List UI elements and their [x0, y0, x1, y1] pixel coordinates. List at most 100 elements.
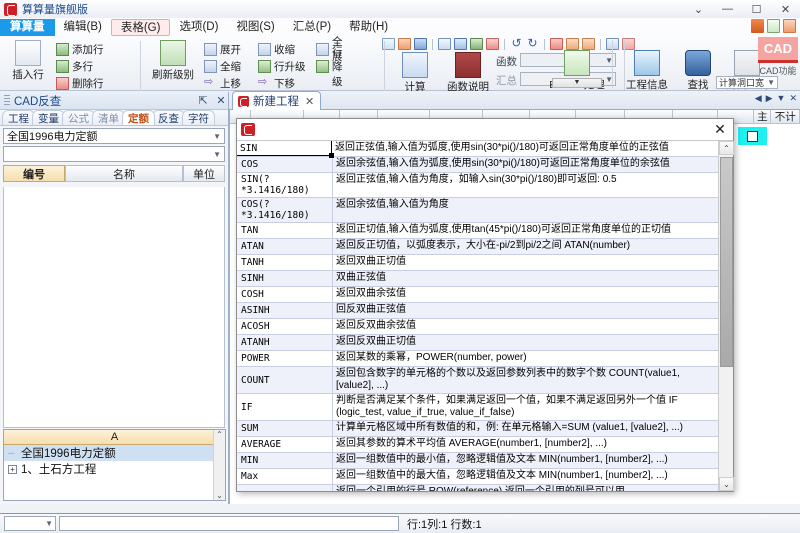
undo-icon[interactable]: ↺ [510, 38, 523, 50]
menu-item-help[interactable]: 帮助(H) [340, 19, 397, 36]
multi-row-button[interactable]: 多行 [56, 58, 93, 74]
function-row[interactable]: IF 判断是否满足某个条件，如果满足返回一个值，如果不满足返回另外一个值 IF … [237, 394, 718, 421]
checkbox-icon[interactable] [747, 131, 758, 142]
panel-tab-variable[interactable]: 变量 [32, 110, 65, 125]
quota-library-combo[interactable]: 全国1996电力定额 ▼ [3, 128, 225, 144]
collapse-all-button[interactable]: 全缩 [204, 58, 241, 74]
panel-tab-formula[interactable]: 公式 [62, 110, 95, 125]
tab-close-icon[interactable]: ✕ [305, 95, 314, 108]
tab-new-project[interactable]: 新建工程 ✕ [232, 91, 321, 110]
tab-next-icon[interactable]: ▶ [766, 93, 773, 104]
collapse-button[interactable]: 收缩 [258, 41, 295, 57]
maximize-button[interactable]: ☐ [742, 0, 771, 18]
function-grid[interactable]: SIN 返回正弦值,输入值为弧度,使用sin(30*pi()/180)可返回正常… [237, 141, 718, 491]
function-row[interactable]: TANH 返回双曲正切值 [237, 255, 718, 271]
status-combo[interactable]: ▼ [4, 516, 56, 531]
calculate-button[interactable]: 计算 [392, 52, 438, 94]
function-row[interactable]: ATANH 返回反双曲正切值 [237, 335, 718, 351]
function-row[interactable]: POWER 返回某数的乘幂，POWER(number, power) [237, 351, 718, 367]
move-down-button[interactable]: ⇨ 下移 [258, 75, 295, 91]
function-row[interactable]: Max 返回一组数值中的最大值，忽略逻辑值及文本 MIN(number1, [n… [237, 469, 718, 485]
function-row[interactable]: AVERAGE 返回其参数的算术平均值 AVERAGE(number1, [nu… [237, 437, 718, 453]
menu-item-table[interactable]: 表格(G) [111, 19, 171, 36]
function-row[interactable]: SUM 计算单元格区域中所有数值的和，例: 在单元格输入=SUM (value1… [237, 421, 718, 437]
print-icon[interactable] [470, 38, 483, 50]
function-row[interactable]: COSH 返回双曲余弦值 [237, 287, 718, 303]
tab-close-all-icon[interactable]: ✕ [789, 93, 797, 104]
function-row[interactable]: SIN(?*3.1416/180) 返回正弦值,输入值为角度，如输入sin(30… [237, 173, 718, 198]
excel-icon[interactable] [454, 38, 467, 50]
function-row[interactable]: ASINH 回反双曲正弦值 [237, 303, 718, 319]
excel-dropdown-button[interactable]: ▼ [552, 78, 602, 88]
column-header-name[interactable]: 名称 [65, 165, 183, 182]
export-doc-icon[interactable] [438, 38, 451, 50]
demote-button[interactable]: 行降级 [316, 58, 343, 74]
tree-scrollbar[interactable]: ⌃ ⌄ [213, 430, 225, 500]
column-header-code[interactable]: 编号 [3, 165, 65, 182]
window-split-icon[interactable] [566, 38, 579, 50]
menu-item-summary[interactable]: 汇总(P) [284, 19, 340, 36]
function-row[interactable]: COS 返回余弦值,输入值为弧度,使用sin(30*pi()/180)可返回正常… [237, 157, 718, 173]
find-button[interactable]: 查找 [680, 50, 716, 92]
panel-tab-character[interactable]: 字符 [182, 110, 215, 125]
function-row[interactable]: ACOSH 返回反双曲余弦值 [237, 319, 718, 335]
expand-plus-icon[interactable]: + [8, 465, 17, 474]
dialog-scrollbar[interactable]: ⌃ ⌄ [718, 141, 733, 491]
move-up-button[interactable]: ⇨ 上移 [204, 75, 241, 91]
scrollbar-thumb[interactable] [720, 157, 733, 367]
function-row[interactable]: COS(?*3.1416/180) 返回余弦值,输入值为角度 [237, 198, 718, 223]
delete-row-icon[interactable] [550, 38, 563, 50]
scroll-up-button[interactable]: ⌃ [719, 141, 734, 155]
pin-icon[interactable]: ⇱ [196, 94, 210, 107]
panel-tab-quota[interactable]: 定额 [122, 110, 155, 125]
function-row[interactable]: COUNT 返回包含数字的单元格的个数以及返回参数列表中的数字个数 COUNT(… [237, 367, 718, 394]
open-file-icon[interactable] [398, 38, 411, 50]
column-header-unit[interactable]: 单位 [183, 165, 225, 182]
function-row[interactable]: ROW 返回一个引用的行号 ROW(reference),返回一个引用的列号可以… [237, 485, 718, 491]
function-row[interactable]: ATAN 返回反正切值，以弧度表示，大小在-pi/2到pi/2之间 ATAN(n… [237, 239, 718, 255]
delete-row-button[interactable]: 删除行 [56, 75, 104, 91]
panel-tab-reverse[interactable]: 反查 [152, 110, 185, 125]
function-row[interactable]: MIN 返回一组数值中的最小值，忽略逻辑值及文本 MIN(number1, [n… [237, 453, 718, 469]
insert-row-button[interactable]: 插入行 [6, 40, 50, 82]
table-icon[interactable] [486, 38, 499, 50]
open-folder-icon[interactable] [783, 19, 796, 33]
quota-list-body[interactable] [3, 187, 225, 428]
function-row[interactable]: SIN 返回正弦值,输入值为弧度,使用sin(30*pi()/180)可返回正常… [237, 141, 718, 157]
menu-item-options[interactable]: 选项(D) [170, 19, 227, 36]
minimize-button[interactable]: — [713, 0, 742, 18]
tab-prev-icon[interactable]: ◀ [755, 93, 762, 104]
window-stack-icon[interactable] [582, 38, 595, 50]
tab-list-icon[interactable]: ▼ [777, 93, 786, 104]
cad-panel[interactable]: CAD CAD功能 [756, 37, 800, 89]
tree-column-header[interactable]: A [4, 430, 225, 445]
tree-row[interactable]: + 1、土石方工程 [4, 461, 225, 477]
function-row[interactable]: SINH 双曲正弦值 [237, 271, 718, 287]
scroll-down-icon[interactable]: ⌄ [216, 491, 223, 500]
refresh-level-button[interactable]: 刷新级别 [148, 40, 198, 82]
save-icon[interactable] [414, 38, 427, 50]
restore-button[interactable]: ⌄ [684, 0, 713, 18]
promote-button[interactable]: 行升级 [258, 58, 306, 74]
panel-close-icon[interactable]: ✕ [214, 94, 228, 107]
tree-row[interactable]: ─ 全国1996电力定额 [4, 445, 225, 461]
sheet-selected-cell[interactable] [738, 127, 767, 145]
new-doc-icon[interactable] [767, 19, 780, 33]
add-row-button[interactable]: 添加行 [56, 41, 104, 57]
dialog-close-icon[interactable]: ✕ [711, 121, 729, 138]
scroll-down-button[interactable]: ⌄ [719, 477, 734, 491]
project-info-button[interactable]: 工程信息 [620, 50, 674, 92]
panel-tab-list[interactable]: 清单 [92, 110, 125, 125]
quota-chapter-combo[interactable]: ▼ [3, 146, 225, 162]
sheet-col-header-nocount[interactable]: 不计 [771, 110, 800, 124]
redo-icon[interactable]: ↻ [526, 38, 539, 50]
menu-brand[interactable]: 算算量 [0, 19, 55, 36]
status-input[interactable] [59, 516, 399, 531]
scroll-up-icon[interactable]: ⌃ [216, 430, 223, 439]
close-button[interactable]: ✕ [771, 0, 800, 18]
expand-button[interactable]: 展开 [204, 41, 241, 57]
sheet-col-header-main[interactable]: 主 [754, 110, 771, 124]
function-help-button[interactable]: 函数说明 [444, 52, 492, 94]
menu-item-edit[interactable]: 编辑(B) [55, 19, 111, 36]
info-icon[interactable] [751, 19, 764, 33]
